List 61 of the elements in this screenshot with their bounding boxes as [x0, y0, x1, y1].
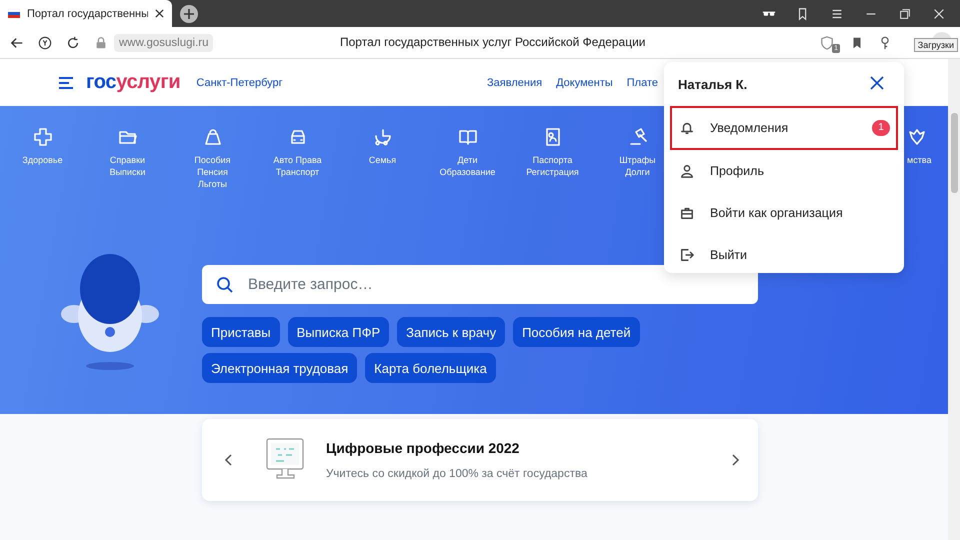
category-label[interactable]: Дети Образование [440, 154, 496, 178]
emblem-icon [907, 126, 927, 148]
category-label[interactable]: Авто Права Транспорт [273, 154, 322, 178]
menu-item-label: Выйти [710, 248, 748, 262]
promo-title: Цифровые профессии 2022 [326, 440, 520, 456]
category-label[interactable]: Штрафы Долги [619, 154, 656, 178]
shield-icon [820, 36, 834, 50]
address-field[interactable]: www.gosuslugi.ru [114, 34, 214, 52]
menu-item-label: Войти как организация [710, 206, 843, 220]
promo-subtitle: Учитесь со скидкой до 100% за счёт государства [326, 468, 588, 480]
search-icon [216, 276, 234, 294]
person-icon [680, 163, 694, 179]
user-name: Наталья К. [678, 76, 748, 92]
close-icon[interactable] [932, 6, 946, 20]
page-title: Портал государственных услуг Российской Федерации [340, 35, 646, 49]
region-link[interactable]: Санкт-Петербург [196, 76, 283, 88]
browser-logo-icon[interactable] [38, 36, 52, 50]
restore-icon[interactable] [898, 6, 912, 20]
flag-icon [8, 9, 20, 18]
plus-icon [32, 126, 52, 148]
close-icon[interactable] [155, 9, 164, 18]
menu-item[interactable]: Уведомления 1 [670, 106, 898, 150]
tab-title: Портал государственны [27, 8, 148, 20]
nav-link[interactable]: Заявления [487, 76, 542, 88]
category-label[interactable]: Здоровье [22, 154, 63, 166]
lock-icon [94, 36, 108, 50]
back-icon[interactable] [10, 36, 24, 50]
scrollbar-thumb[interactable] [950, 113, 958, 193]
briefcase-icon [680, 205, 694, 221]
menu-item-label: Уведомления [710, 121, 788, 135]
plus-icon[interactable] [180, 5, 198, 23]
category-label[interactable]: Паспорта Регистрация [526, 154, 579, 178]
menu-item[interactable]: Войти как организация [670, 192, 898, 234]
tooltip: Загрузки [914, 38, 958, 52]
nav-link[interactable]: Документы [556, 76, 613, 88]
quick-link-button[interactable]: Выписка ПФР [288, 317, 390, 347]
bell-icon [680, 120, 694, 136]
search-field[interactable]: Введите запрос… [202, 265, 758, 304]
quick-link-button[interactable]: Приставы [202, 317, 280, 347]
bag-icon [202, 126, 222, 148]
count-badge: 1 [872, 120, 890, 136]
quick-link-button[interactable]: Запись к врачу [397, 317, 506, 347]
category-label[interactable]: Пособия Пенсия Льготы [194, 154, 231, 190]
chevron-right-icon[interactable] [730, 453, 740, 467]
quick-link-button[interactable]: Карта болельщика [365, 353, 496, 383]
category-label[interactable]: Справки Выписки [110, 154, 146, 178]
quick-link-button[interactable]: Пособия на детей [513, 317, 640, 347]
logo[interactable]: госуслуги [86, 71, 180, 94]
menu-icon[interactable] [58, 76, 74, 90]
gavel-icon [628, 126, 648, 148]
category-label[interactable]: Семья [368, 154, 396, 166]
nav-link[interactable]: Плате [626, 76, 658, 88]
menu-item[interactable]: Профиль [670, 150, 898, 192]
quick-link-button[interactable]: Электронная трудовая [202, 353, 358, 383]
close-icon [870, 76, 884, 90]
category-label[interactable]: мства [907, 154, 932, 166]
exit-icon [680, 247, 694, 263]
chevron-left-icon[interactable] [224, 453, 234, 467]
menu-item-label: Профиль [710, 164, 764, 178]
reload-icon[interactable] [66, 36, 80, 50]
browser-tab[interactable]: Портал государственны [0, 0, 172, 27]
